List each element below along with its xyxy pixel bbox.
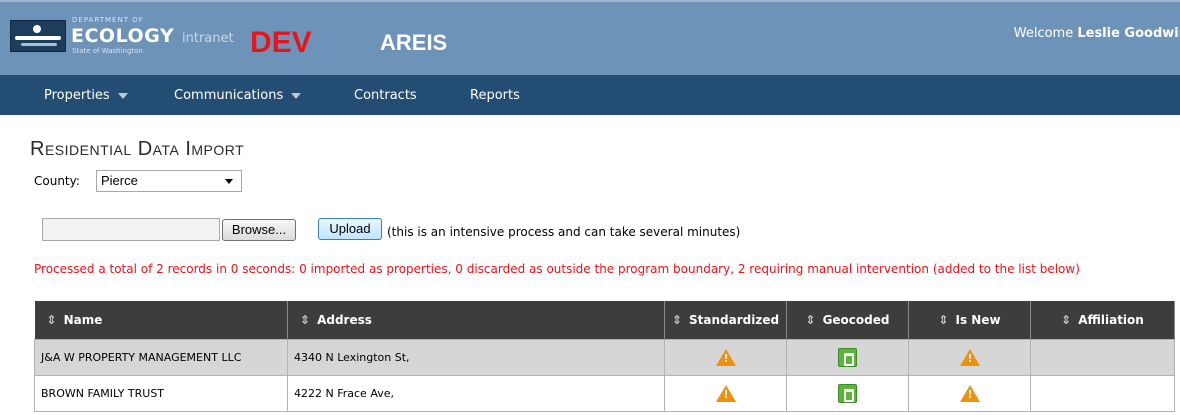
chevron-down-icon (291, 92, 302, 99)
thumbs-up-icon (838, 383, 857, 403)
nav-item-label: Properties (44, 88, 110, 103)
sort-icon: ⇕ (938, 312, 949, 327)
cell-address: 4340 N Lexington St, (287, 338, 665, 376)
user-name[interactable]: Leslie Goodwin (1077, 26, 1180, 41)
logo-state-text: State of Washington (72, 47, 143, 55)
county-select[interactable]: Pierce (96, 170, 242, 192)
column-header-affiliation[interactable]: ⇕ Affiliation (1030, 301, 1175, 339)
sort-icon: ⇕ (1061, 312, 1072, 327)
column-header-is-new[interactable]: ⇕ Is New (908, 301, 1031, 339)
upload-button[interactable]: Upload (318, 218, 382, 240)
main-nav: Properties Communications Contracts Repo… (0, 75, 1180, 115)
cell-is-new (908, 338, 1031, 376)
browse-button[interactable]: Browse... (222, 219, 296, 241)
cell-name: BROWN FAMILY TRUST (34, 374, 288, 412)
cell-is-new (908, 374, 1031, 412)
column-header-name[interactable]: ⇕ Name (34, 301, 288, 339)
sort-icon: ⇕ (671, 312, 682, 327)
cell-geocoded (786, 374, 909, 412)
cell-affiliation (1030, 338, 1175, 376)
nav-item-communications[interactable]: Communications (174, 88, 302, 103)
chevron-down-icon (117, 92, 128, 99)
nav-item-properties[interactable]: Properties (44, 88, 128, 103)
ecology-logo[interactable]: DEPARTMENT OF ECOLOGY intranet State of … (10, 14, 235, 58)
import-result-message: Processed a total of 2 records in 0 seco… (34, 262, 1080, 276)
warning-icon (715, 384, 736, 402)
warning-icon (959, 384, 980, 402)
upload-note: (this is an intensive process and can ta… (387, 225, 741, 239)
logo-intranet-text: intranet (182, 31, 234, 46)
page-title: Residential Data Import (30, 138, 245, 160)
environment-label: DEV (250, 26, 312, 59)
app-header: DEPARTMENT OF ECOLOGY intranet State of … (0, 0, 1180, 75)
sort-icon: ⇕ (805, 312, 816, 327)
column-header-address[interactable]: ⇕ Address (287, 301, 665, 339)
logo-department-text: DEPARTMENT OF (72, 16, 144, 24)
sort-icon: ⇕ (300, 312, 311, 327)
thumbs-up-icon (838, 347, 857, 367)
table-row[interactable]: J&A W PROPERTY MANAGEMENT LLC 4340 N Lex… (34, 338, 1175, 376)
cell-address: 4222 N Frace Ave, (287, 374, 665, 412)
county-label: County: (34, 174, 80, 188)
sort-icon: ⇕ (46, 312, 57, 327)
column-header-geocoded[interactable]: ⇕ Geocoded (786, 301, 909, 339)
welcome-prefix: Welcome (1013, 26, 1074, 41)
nav-item-label: Communications (174, 88, 284, 103)
cell-name: J&A W PROPERTY MANAGEMENT LLC (34, 338, 288, 376)
cell-geocoded (786, 338, 909, 376)
nav-item-reports[interactable]: Reports (470, 88, 520, 103)
warning-icon (715, 348, 736, 366)
nav-item-contracts[interactable]: Contracts (354, 88, 417, 103)
import-results-table: ⇕ Name ⇕ Address ⇕ Standardized ⇕ Geocoded ⇕… (34, 301, 1175, 412)
county-select-value: Pierce (101, 173, 138, 188)
logo-ecology-text: ECOLOGY (71, 25, 175, 47)
welcome-message: Welcome Leslie Goodwin (1014, 26, 1180, 41)
ecology-logo-icon (10, 20, 66, 52)
nav-item-label: Contracts (354, 88, 417, 103)
app-name: AREIS (380, 30, 448, 55)
nav-item-label: Reports (470, 88, 520, 103)
warning-icon (959, 348, 980, 366)
column-header-standardized[interactable]: ⇕ Standardized (664, 301, 787, 339)
table-header-row: ⇕ Name ⇕ Address ⇕ Standardized ⇕ Geocoded ⇕… (34, 301, 1175, 339)
table-row[interactable]: BROWN FAMILY TRUST 4222 N Frace Ave, (34, 374, 1175, 412)
cell-affiliation (1030, 374, 1175, 412)
dropdown-arrow-icon (225, 179, 233, 184)
file-path-input[interactable] (42, 218, 220, 241)
cell-standardized (664, 338, 787, 376)
cell-standardized (664, 374, 787, 412)
